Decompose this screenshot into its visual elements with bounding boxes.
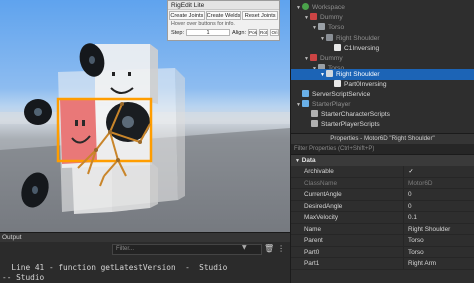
- property-name: Archivable: [304, 168, 334, 175]
- workspace-icon: [302, 3, 309, 10]
- property-name: Name: [304, 225, 322, 233]
- property-value[interactable]: 0: [403, 200, 473, 212]
- player-icon: [302, 100, 309, 107]
- align-ori-toggle[interactable]: Ori: [270, 29, 280, 36]
- property-name: CurrentAngle: [304, 191, 342, 198]
- reset-joints-button[interactable]: Reset Joints: [242, 11, 279, 20]
- output-panel: Output Filter... ▼ 🗑 ⋮ Line 41 - functio…: [0, 232, 290, 283]
- property-value[interactable]: 0.1: [403, 212, 473, 224]
- property-value[interactable]: Right Shoulder: [403, 223, 473, 235]
- dummy-legs[interactable]: [72, 161, 158, 214]
- folder-icon: [311, 120, 318, 127]
- step-input[interactable]: 1: [186, 29, 231, 36]
- trash-icon[interactable]: 🗑: [264, 244, 274, 253]
- model-icon: [310, 54, 317, 61]
- create-welds-button[interactable]: Create Welds: [205, 11, 242, 20]
- properties-title: Properties - Motor6D "Right Shoulder": [291, 134, 474, 144]
- property-row[interactable]: DesiredAngle 0: [291, 200, 474, 212]
- property-row[interactable]: Parent Torso: [291, 235, 474, 247]
- property-value[interactable]: ✓: [403, 166, 473, 178]
- explorer-item-starterplayerscripts[interactable]: StarterPlayerScripts: [291, 119, 474, 130]
- output-title: Output: [0, 233, 290, 242]
- property-name: Parent: [304, 237, 323, 244]
- rigedit-hint: Hover over buttons for info.: [171, 21, 235, 27]
- part-icon: [318, 23, 325, 30]
- property-name: MaxVelocity: [304, 214, 339, 221]
- step-label: Step:: [171, 29, 185, 36]
- explorer-item-torso[interactable]: ▼Torso: [291, 22, 474, 33]
- rigedit-step-row: Step: 1 Align: Pos Rot Ori: [168, 28, 280, 37]
- service-icon: [302, 90, 309, 97]
- explorer-panel: ▼ Workspace ▼ Dummy ▼ Torso ▼ Right Shoulder…: [290, 0, 474, 133]
- property-row[interactable]: MaxVelocity 0.1: [291, 212, 474, 224]
- property-value: Motor6D: [403, 177, 473, 189]
- property-row[interactable]: CurrentAngle 0: [291, 189, 474, 201]
- chevron-down-icon[interactable]: ▼: [242, 244, 247, 251]
- properties-panel: Properties - Motor6D "Right Shoulder" Fi…: [290, 133, 474, 283]
- property-row[interactable]: Part1 Right Arm: [291, 258, 474, 270]
- motor-icon: [326, 34, 333, 41]
- property-row[interactable]: Part0 Torso: [291, 246, 474, 258]
- output-tools: 🗑 ⋮: [264, 244, 285, 253]
- property-row[interactable]: Archivable ✓: [291, 166, 474, 178]
- properties-filter-input[interactable]: Filter Properties (Ctrl+Shift+P): [291, 144, 474, 155]
- property-row[interactable]: Name Right Shoulder: [291, 223, 474, 235]
- create-joints-button[interactable]: Create Joints: [169, 11, 205, 20]
- output-filter-input[interactable]: Filter...: [112, 244, 262, 255]
- script-icon: [334, 44, 341, 51]
- property-value[interactable]: Right Arm: [403, 258, 473, 270]
- rigedit-panel: RigEdit Lite Create Joints Create Welds …: [167, 0, 280, 41]
- property-name: ClassName: [304, 179, 338, 187]
- chevron-down-icon: ▼: [295, 158, 300, 164]
- folder-icon: [311, 110, 318, 117]
- dummy-head[interactable]: [95, 44, 158, 104]
- property-row[interactable]: ClassName Motor6D: [291, 177, 474, 189]
- rigedit-button-row: Create Joints Create Welds Reset Joints: [168, 10, 279, 20]
- align-rot-toggle[interactable]: Rot: [259, 29, 269, 36]
- align-label: Align:: [232, 29, 247, 36]
- rigedit-title: RigEdit Lite: [168, 1, 279, 10]
- properties-section-data[interactable]: ▼ Data: [291, 155, 474, 166]
- checkbox-checked-icon[interactable]: ✓: [408, 169, 414, 175]
- more-options-icon[interactable]: ⋮: [277, 244, 285, 253]
- property-name: Part1: [304, 260, 320, 267]
- property-value[interactable]: Torso: [403, 235, 473, 247]
- property-name: DesiredAngle: [304, 202, 343, 210]
- property-value[interactable]: 0: [403, 189, 473, 201]
- align-pos-toggle[interactable]: Pos: [248, 29, 258, 36]
- motor-icon: [326, 70, 333, 77]
- output-line: -- Studio: [2, 273, 45, 282]
- model-icon: [310, 13, 317, 20]
- output-line: Line 41 - function getLatestVersion - St…: [2, 263, 228, 272]
- script-icon: [334, 80, 341, 87]
- property-value[interactable]: Torso: [403, 246, 473, 258]
- property-name: Part0: [304, 248, 320, 256]
